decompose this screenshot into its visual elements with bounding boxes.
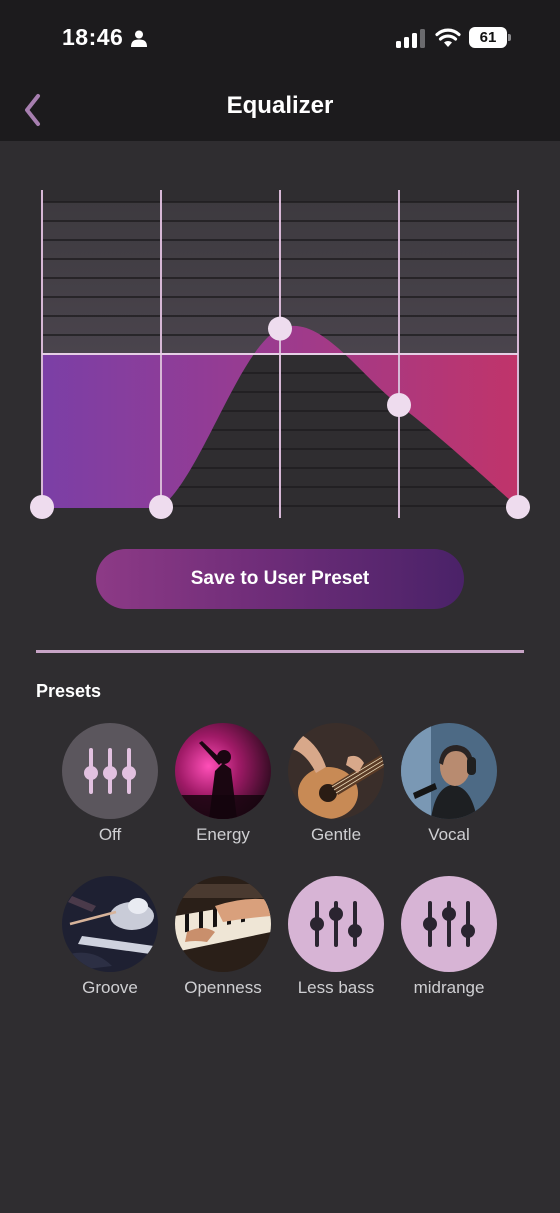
band-knob-3[interactable]: [268, 316, 292, 341]
band-knob-2[interactable]: [149, 495, 173, 519]
preset-label: Less bass: [297, 978, 375, 997]
cellular-signal-icon: [396, 29, 425, 48]
preset-groove-circle[interactable]: [62, 876, 158, 972]
page-title: Equalizer: [226, 92, 334, 119]
battery-indicator: 61: [469, 27, 511, 48]
band-knob-5[interactable]: [506, 495, 530, 519]
preset-less-bass-circle[interactable]: [288, 876, 384, 972]
band-knob-4[interactable]: [387, 393, 411, 417]
preset-label: Groove: [82, 978, 138, 997]
preset-label: midrange: [413, 978, 485, 997]
piano-photo-icon: [175, 876, 271, 972]
preset-midrange[interactable]: midrange: [394, 876, 504, 998]
preset-label: Vocal: [428, 825, 470, 844]
preset-label: Openness: [184, 978, 262, 997]
preset-off-circle[interactable]: [62, 723, 158, 819]
sliders-icon: [423, 901, 475, 947]
preset-energy-circle[interactable]: [175, 723, 271, 819]
sliders-icon: [310, 901, 362, 947]
equalizer-screen: 18:46 61 Equalizer Save to User Preset P…: [0, 0, 560, 1213]
singer-photo-icon: [401, 723, 497, 819]
drummer-photo-icon: [62, 876, 158, 972]
section-divider: [36, 650, 524, 653]
presets-heading: Presets: [36, 681, 102, 701]
preset-label: Energy: [196, 825, 250, 844]
top-bar: 18:46 61 Equalizer: [0, 0, 560, 141]
save-to-user-preset-button[interactable]: Save to User Preset: [96, 549, 464, 609]
band-knob-1[interactable]: [30, 495, 54, 519]
preset-openness[interactable]: Openness: [168, 876, 278, 998]
battery-level: 61: [479, 29, 497, 46]
preset-vocal[interactable]: Vocal: [394, 723, 504, 845]
equalizer-graph[interactable]: [0, 141, 560, 541]
preset-label: Off: [98, 825, 122, 844]
preset-less-bass[interactable]: Less bass: [281, 876, 391, 998]
preset-openness-circle[interactable]: [175, 876, 271, 972]
preset-midrange-circle[interactable]: [401, 876, 497, 972]
preset-label: Gentle: [310, 825, 362, 844]
status-time: 18:46: [62, 24, 124, 50]
preset-gentle-circle[interactable]: [288, 723, 384, 819]
preset-energy[interactable]: Energy: [168, 723, 278, 845]
sliders-icon: [84, 748, 136, 794]
battery-cap: [508, 34, 511, 41]
preset-vocal-circle[interactable]: [401, 723, 497, 819]
preset-off[interactable]: Off: [55, 723, 165, 845]
concert-photo-icon: [175, 723, 271, 819]
wifi-icon: [435, 28, 461, 47]
preset-groove[interactable]: Groove: [55, 876, 165, 998]
preset-gentle[interactable]: Gentle: [281, 723, 391, 845]
person-icon: [131, 30, 147, 47]
guitar-photo-icon: [288, 723, 384, 819]
